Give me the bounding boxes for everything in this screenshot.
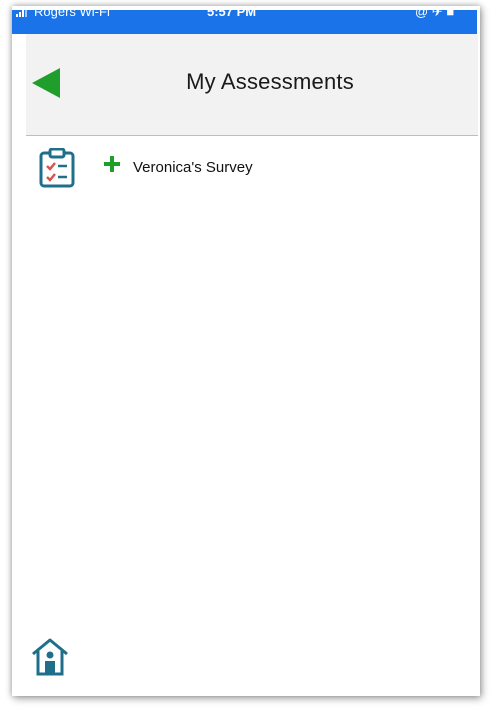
assessment-label: Veronica's Survey (133, 159, 253, 176)
home-icon[interactable] (30, 636, 70, 678)
page-title: My Assessments (186, 69, 354, 94)
status-time: 5:57 PM (207, 10, 257, 19)
status-indicators: @ ✈ ■ (415, 10, 455, 19)
status-carrier: Rogers Wi-Fi (16, 10, 110, 19)
header: My Assessments (26, 34, 478, 136)
status-bar: Rogers Wi-Fi 5:57 PM @ ✈ ■ (12, 10, 477, 34)
plus-icon[interactable] (104, 156, 120, 172)
clipboard-checklist-icon (39, 148, 75, 188)
carrier-label: Rogers Wi-Fi (34, 10, 110, 19)
assessment-list-item[interactable]: Veronica's Survey (26, 142, 478, 192)
signal-bars-icon (16, 10, 27, 17)
